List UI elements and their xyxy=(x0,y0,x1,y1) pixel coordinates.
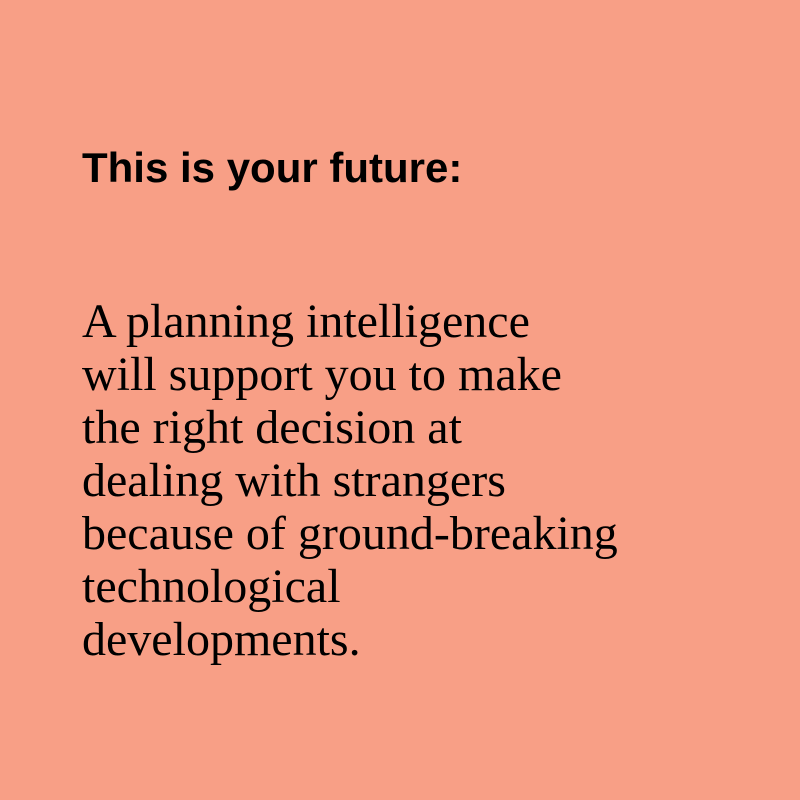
statement-line-7: developments. xyxy=(82,613,361,666)
statement-line-4: dealing with strangers xyxy=(82,454,506,507)
statement-card: This is your future: A planning intellig… xyxy=(0,0,800,800)
statement-body: A planning intelligence will support you… xyxy=(82,295,772,666)
heading: This is your future: xyxy=(82,144,463,191)
statement-line-1: A planning intelligence xyxy=(82,295,530,348)
statement-line-5: because of ground-breaking xyxy=(82,507,618,560)
statement-line-6: technological xyxy=(82,560,341,613)
statement-line-3: the right decision at xyxy=(82,401,462,454)
statement-line-2: will support you to make xyxy=(82,348,562,401)
